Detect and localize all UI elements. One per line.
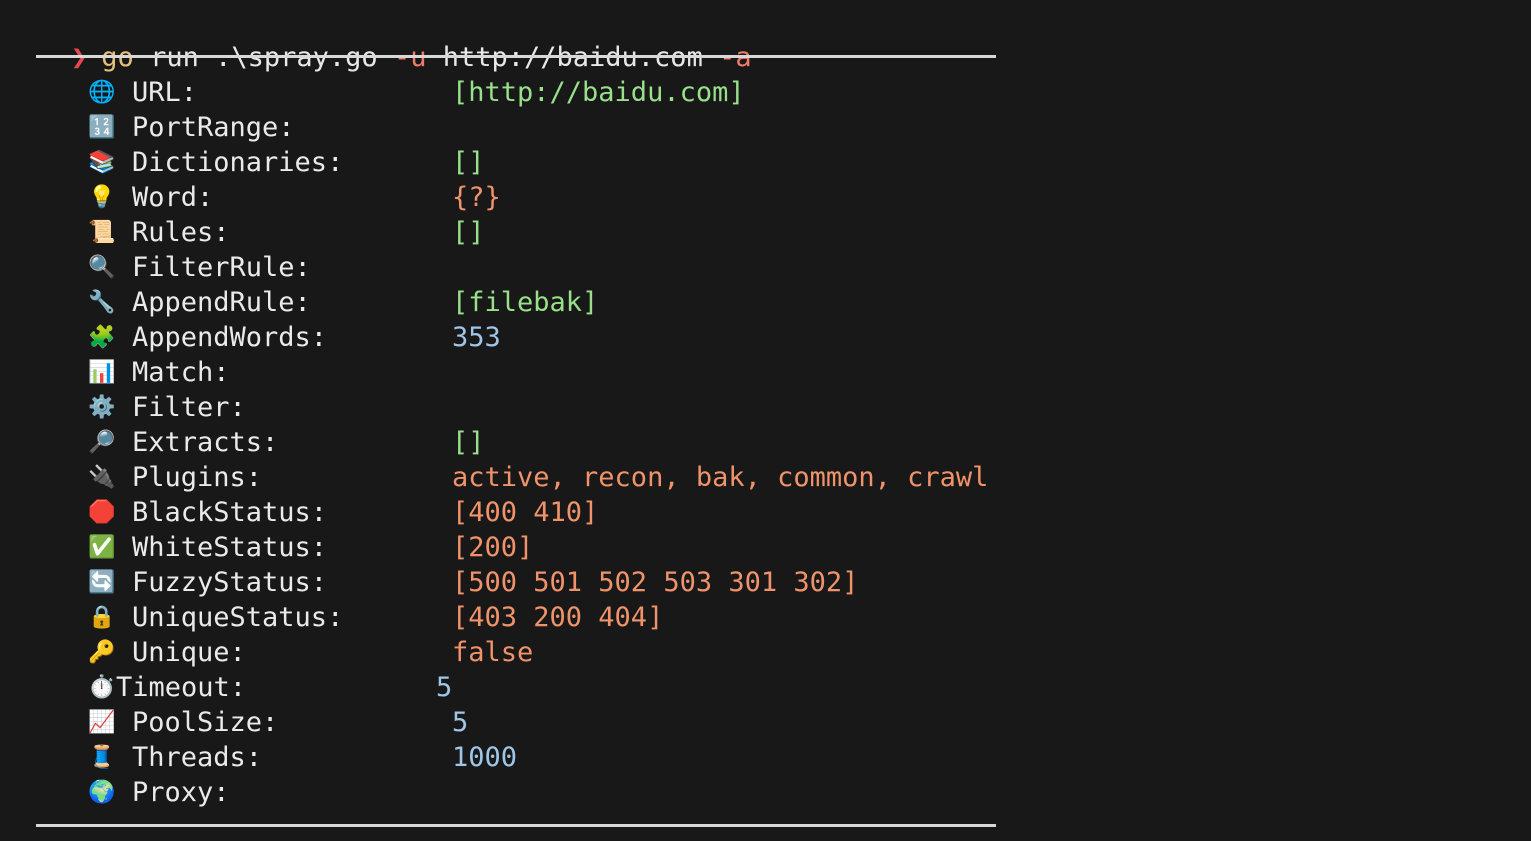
earth-icon: 🌍 [88, 780, 116, 805]
config-label: FilterRule: [132, 252, 311, 283]
config-label: Proxy: [132, 777, 230, 808]
magnifier-right-icon: 🔎 [88, 430, 116, 455]
config-label: Match: [132, 357, 230, 388]
key-icon: 🔑 [88, 640, 116, 665]
top-divider [36, 55, 996, 58]
config-value: [] [452, 217, 485, 248]
config-label: AppendRule: [132, 287, 311, 318]
config-label: Word: [132, 182, 214, 213]
lightbulb-icon: 💡 [88, 185, 116, 210]
numbers-icon: 🔢 [88, 115, 116, 140]
config-label: WhiteStatus: [132, 532, 328, 563]
config-label: PortRange: [132, 112, 295, 143]
config-label: URL: [132, 77, 198, 108]
config-label: Plugins: [132, 462, 263, 493]
config-value: [] [452, 147, 485, 178]
stopwatch-icon: ⏱️ [88, 675, 116, 700]
command-line[interactable]: ❯go run .\spray.go -u http://baidu.com -… [6, 4, 752, 73]
config-label: Timeout: [116, 672, 247, 703]
config-value: 5 [436, 672, 453, 703]
thread-icon: 🧵 [88, 745, 116, 770]
lock-icon: 🔒 [88, 605, 116, 630]
config-label: BlackStatus: [132, 497, 328, 528]
books-icon: 📚 [88, 150, 116, 175]
config-value: false [452, 637, 534, 668]
puzzle-icon: 🧩 [88, 325, 116, 350]
terminal-window[interactable]: ❯go run .\spray.go -u http://baidu.com -… [0, 0, 1531, 841]
config-value: 5 [452, 707, 469, 738]
bottom-divider [36, 824, 996, 827]
config-value: [500 501 502 503 301 302] [452, 567, 859, 598]
config-label: Threads: [132, 742, 263, 773]
globe-icon: 🌐 [88, 80, 116, 105]
gear-icon: ⚙️ [88, 395, 116, 420]
config-value: [filebak] [452, 287, 599, 318]
bar-chart-icon: 📊 [88, 360, 116, 385]
config-value: [] [452, 427, 485, 458]
config-value: [200] [452, 532, 534, 563]
config-value: {?} [452, 182, 501, 213]
stop-sign-icon: 🛑 [88, 500, 116, 525]
config-label: Filter: [132, 392, 246, 423]
config-label: FuzzyStatus: [132, 567, 328, 598]
config-label: UniqueStatus: [132, 602, 344, 633]
config-label: AppendWords: [132, 322, 328, 353]
magnifier-icon: 🔍 [88, 255, 116, 280]
config-label: Dictionaries: [132, 147, 344, 178]
config-value: 353 [452, 322, 501, 353]
config-value: active, recon, bak, common, crawl [452, 462, 989, 493]
config-label: Unique: [132, 637, 246, 668]
config-label: PoolSize: [132, 707, 279, 738]
config-value: 1000 [452, 742, 518, 773]
config-label: Extracts: [132, 427, 279, 458]
config-label: Rules: [132, 217, 230, 248]
wrench-icon: 🔧 [88, 290, 116, 315]
refresh-icon: 🔄 [88, 570, 116, 595]
config-value: [403 200 404] [452, 602, 664, 633]
scroll-icon: 📜 [88, 220, 116, 245]
chart-increasing-icon: 📈 [88, 710, 116, 735]
plug-icon: 🔌 [88, 465, 116, 490]
config-value: [http://baidu.com] [452, 77, 745, 108]
config-value: [400 410] [452, 497, 599, 528]
check-mark-icon: ✅ [88, 535, 116, 560]
